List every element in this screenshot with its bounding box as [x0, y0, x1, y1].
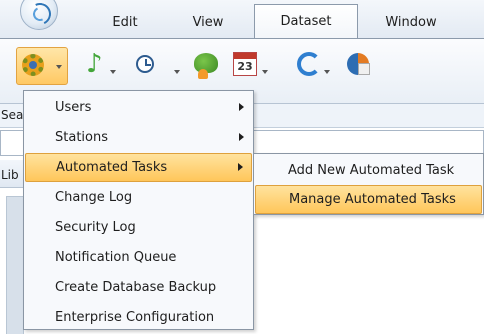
- app-logo-icon[interactable]: [20, 0, 58, 30]
- menu-item-label: Change Log: [55, 190, 133, 205]
- menu-item-notification-queue[interactable]: Notification Queue: [25, 243, 252, 272]
- chevron-down-icon[interactable]: [110, 70, 116, 74]
- clock-icon[interactable]: [136, 55, 154, 73]
- app-window: Edit View Dataset Window ♪ 23 Sea Lib Us…: [0, 0, 484, 334]
- menu-item-label: Users: [55, 100, 92, 115]
- tab-view[interactable]: View: [184, 9, 232, 37]
- menu-item-label: Create Database Backup: [55, 280, 217, 295]
- tools-dropdown-menu: Users Stations Automated Tasks Change Lo…: [23, 90, 254, 330]
- music-note-icon[interactable]: ♪: [86, 51, 103, 77]
- menu-item-enterprise-configuration[interactable]: Enterprise Configuration: [25, 303, 252, 332]
- menu-item-stations[interactable]: Stations: [25, 123, 252, 152]
- fire-icon: [198, 69, 208, 79]
- tab-window[interactable]: Window: [380, 9, 442, 37]
- menu-item-change-log[interactable]: Change Log: [25, 183, 252, 212]
- menu-item-security-log[interactable]: Security Log: [25, 213, 252, 242]
- calendar-day-number: 23: [237, 60, 253, 73]
- sync-icon[interactable]: [297, 52, 321, 76]
- grid-icon: [358, 63, 370, 75]
- menu-bar: Edit View Dataset Window: [0, 0, 484, 38]
- library-label: Lib: [1, 168, 19, 182]
- tab-dataset[interactable]: Dataset: [254, 4, 358, 38]
- automated-tasks-submenu: Add New Automated Task Manage Automated …: [253, 153, 484, 215]
- search-label: Sea: [1, 108, 24, 122]
- menu-item-label: Automated Tasks: [56, 160, 168, 175]
- menu-item-users[interactable]: Users: [25, 93, 252, 122]
- menu-item-label: Add New Automated Task: [288, 163, 455, 178]
- menu-item-manage-automated-tasks[interactable]: Manage Automated Tasks: [255, 185, 482, 214]
- library-tree-pane[interactable]: [6, 196, 24, 334]
- chevron-right-icon: [239, 133, 244, 141]
- chevron-down-icon: [56, 65, 62, 69]
- chevron-right-icon: [238, 163, 243, 171]
- chevron-down-icon[interactable]: [174, 70, 180, 74]
- menu-item-label: Enterprise Configuration: [55, 310, 215, 325]
- menu-item-label: Manage Automated Tasks: [289, 192, 456, 207]
- chevron-down-icon[interactable]: [324, 70, 330, 74]
- tools-dropdown-button[interactable]: [16, 47, 68, 85]
- menu-item-label: Security Log: [55, 220, 136, 235]
- menu-item-create-database-backup[interactable]: Create Database Backup: [25, 273, 252, 302]
- chevron-down-icon[interactable]: [262, 70, 268, 74]
- menu-item-add-new-automated-task[interactable]: Add New Automated Task: [255, 156, 482, 185]
- tab-edit[interactable]: Edit: [104, 9, 146, 37]
- calendar-icon[interactable]: 23: [233, 52, 257, 76]
- menu-item-label: Notification Queue: [55, 250, 177, 265]
- chevron-right-icon: [239, 103, 244, 111]
- menu-item-automated-tasks[interactable]: Automated Tasks: [25, 153, 252, 182]
- menu-item-label: Stations: [55, 130, 108, 145]
